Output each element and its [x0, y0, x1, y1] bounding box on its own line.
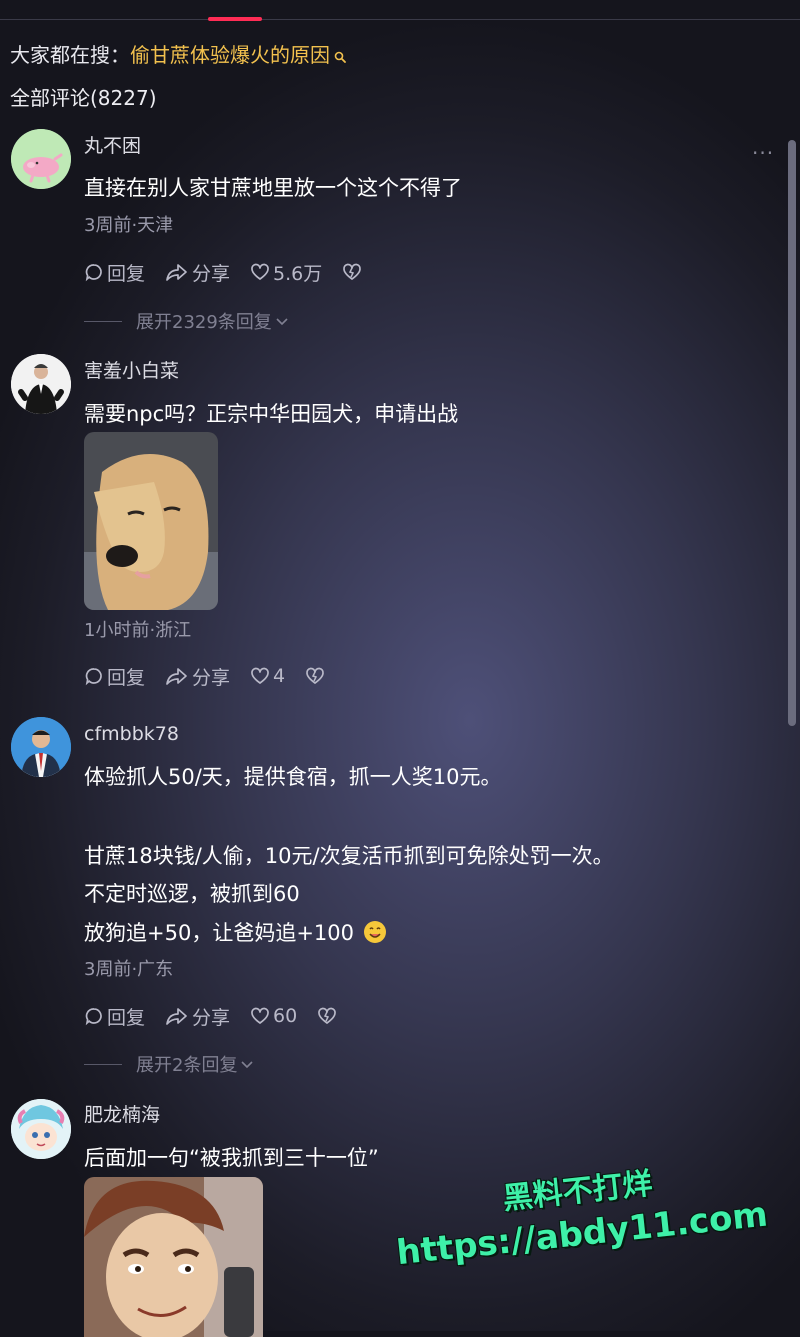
reply-icon — [85, 668, 102, 686]
like-count: 5.6万 — [273, 262, 323, 285]
comment-text: 需要npc吗？正宗中华田园犬，申请出战 — [84, 402, 459, 426]
share-label: 分享 — [192, 262, 231, 285]
dislike-icon — [318, 1007, 337, 1024]
divider — [84, 320, 122, 322]
divider — [84, 1063, 122, 1065]
heart-icon — [251, 1007, 269, 1024]
comment-actions: 回复 分享 60 — [84, 1002, 360, 1030]
avatar[interactable] — [11, 129, 71, 189]
share-label: 分享 — [192, 666, 231, 689]
like-button[interactable]: 4 — [250, 665, 285, 687]
dislike-button[interactable] — [317, 1006, 340, 1026]
comment-actions: 回复 分享 4 — [84, 662, 348, 690]
expand-replies[interactable]: 展开2329条回复 — [84, 308, 289, 334]
trending-search[interactable]: 大家都在搜：偷甘蔗体验爆火的原因 — [10, 41, 346, 70]
comment-meta: 3周前·广东 — [84, 959, 174, 980]
comment-text-segment: 放狗追+50，让爸妈追+100 — [84, 921, 354, 945]
comment-text: 后面加一句“被我抓到三十一位” — [84, 1146, 379, 1170]
comment-text-line: 放狗追+50，让爸妈追+100 — [84, 915, 387, 952]
share-button[interactable]: 分享 — [165, 1003, 230, 1030]
comment-text: 直接在别人家甘蔗地里放一个这个不得了 — [84, 176, 462, 200]
more-icon[interactable]: ··· — [752, 143, 774, 163]
avatar[interactable] — [11, 354, 71, 414]
comment-meta: 3周前·天津 — [84, 215, 174, 236]
search-icon — [334, 42, 346, 70]
comment-text-line: 甘蔗18块钱/人偷，10元/次复活币抓到可免除处罚一次。 — [84, 844, 614, 868]
comment-text-line: 不定时巡逻，被抓到60 — [84, 882, 300, 906]
share-icon — [166, 1008, 187, 1025]
like-count: 60 — [273, 1005, 298, 1027]
dislike-icon — [306, 667, 324, 684]
like-button[interactable]: 60 — [250, 1005, 297, 1027]
share-icon — [166, 668, 187, 685]
heart-icon — [251, 667, 269, 684]
comment-image[interactable] — [84, 1177, 263, 1337]
trending-search-keyword[interactable]: 偷甘蔗体验爆火的原因 — [130, 43, 330, 67]
like-button[interactable]: 5.6万 — [250, 259, 322, 286]
dislike-icon — [343, 263, 362, 280]
scrollbar[interactable] — [788, 140, 796, 726]
smile-emoji — [363, 921, 386, 943]
reply-label: 回复 — [107, 666, 146, 689]
expand-replies[interactable]: 展开2条回复 — [84, 1051, 254, 1077]
expand-label: 展开2329条回复 — [136, 312, 272, 333]
expand-label: 展开2条回复 — [136, 1055, 238, 1076]
chevron-down-icon — [241, 1061, 254, 1069]
reply-icon — [85, 264, 102, 282]
reply-button[interactable]: 回复 — [84, 1003, 145, 1030]
comment-text-line: 体验抓人50/天，提供食宿，抓一人奖10元。 — [84, 765, 502, 789]
comment-image[interactable] — [84, 432, 218, 610]
share-label: 分享 — [192, 1006, 231, 1029]
active-tab-indicator — [208, 17, 262, 21]
reply-button[interactable]: 回复 — [84, 259, 145, 286]
comment-meta: 1小时前·浙江 — [84, 620, 192, 641]
avatar[interactable] — [11, 1099, 71, 1159]
dislike-button[interactable] — [305, 666, 328, 686]
share-icon — [166, 264, 187, 281]
chevron-down-icon — [276, 318, 288, 326]
reply-label: 回复 — [107, 1006, 146, 1029]
share-button[interactable]: 分享 — [165, 259, 230, 286]
comment-username[interactable]: 肥龙楠海 — [84, 1102, 160, 1128]
comment-username[interactable]: 丸不困 — [84, 133, 141, 159]
dislike-button[interactable] — [342, 262, 365, 282]
heart-icon — [251, 263, 269, 280]
avatar[interactable] — [11, 717, 71, 777]
reply-button[interactable]: 回复 — [84, 663, 145, 690]
trending-search-label: 大家都在搜： — [10, 43, 130, 67]
like-count: 4 — [273, 665, 286, 687]
comments-count: 全部评论(8227) — [10, 86, 157, 110]
comment-username[interactable]: cfmbbk78 — [84, 721, 179, 747]
top-divider — [0, 19, 800, 20]
reply-label: 回复 — [107, 262, 146, 285]
reply-icon — [85, 1008, 102, 1026]
comment-actions: 回复 分享 5.6万 — [84, 258, 385, 286]
share-button[interactable]: 分享 — [165, 663, 230, 690]
comment-username[interactable]: 害羞小白菜 — [84, 358, 179, 384]
watermark: 黑料不打烊 https://abdy11.com — [367, 1150, 793, 1277]
